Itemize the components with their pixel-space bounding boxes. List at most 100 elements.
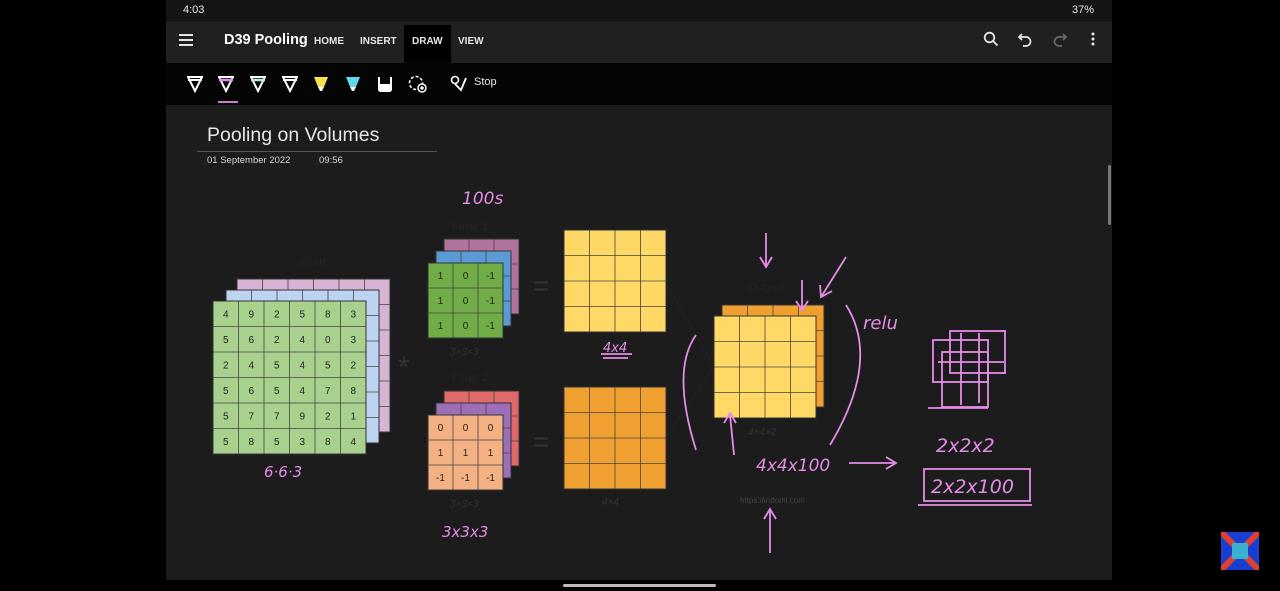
note-pooled-output: 2x2x100 [931, 476, 1014, 498]
input-layer-front-cell: 7 [248, 411, 254, 422]
channel-logo [1218, 529, 1262, 573]
input-layer-front-cell: 3 [350, 335, 356, 346]
input-layer-front-cell: 5 [223, 335, 229, 346]
filter1-layer-front-cell: 0 [463, 271, 469, 282]
input-layer-front-cell: 1 [350, 411, 356, 422]
note-canvas: Pooling on Volumes 01 September 2022 09:… [166, 105, 1112, 580]
status-battery: 37% [1071, 4, 1094, 16]
input-layer-front-cell: 4 [223, 309, 229, 320]
input-layer-front-cell: 6 [248, 335, 254, 346]
status-time: 4:03 [183, 4, 205, 16]
output-label: Output [748, 282, 785, 294]
filter1-layer-front-cell: 0 [463, 296, 469, 307]
input-layer-front-cell: 2 [350, 360, 356, 371]
filter2-label: Filter 2 [452, 372, 488, 384]
input-layer-front-cell: 4 [350, 437, 356, 448]
highlighter-cyan-icon[interactable] [345, 75, 361, 93]
input-layer-front-cell: 5 [223, 411, 229, 422]
input-layer-front-cell: 8 [248, 437, 254, 448]
input-layer-front-cell: 0 [325, 335, 331, 346]
note-filters-count: 100s [462, 189, 503, 209]
eraser-icon[interactable] [377, 75, 393, 93]
input-layer-front-cell: 4 [299, 360, 305, 371]
filter2-layer-front-cell: -1 [486, 473, 495, 484]
input-layer-front-cell: 5 [274, 386, 280, 397]
input-label: Input [299, 256, 327, 268]
highlighter-yellow-icon[interactable] [313, 75, 329, 93]
status-bar: 4:03 37% [166, 0, 1112, 22]
menu-icon[interactable] [179, 34, 193, 46]
note-pool-size: 2x2x2 [936, 435, 995, 457]
filter1-label: Filter 1 [452, 221, 488, 233]
filter1-layer-front-cell: -1 [486, 271, 495, 282]
filter1-layer-front-cell: 0 [463, 321, 469, 332]
input-layer-front-cell: 4 [248, 360, 254, 371]
draw-ribbon: Stop [166, 63, 1112, 105]
input-layer-front-cell: 5 [325, 360, 331, 371]
filter2-layer-front-cell: -1 [436, 473, 445, 484]
note-map1-size: 4x4 [603, 341, 627, 356]
filter2-layer-front-cell: 0 [488, 423, 494, 434]
input-layer-front-cell: 3 [350, 309, 356, 320]
note-filter-size: 3x3x3 [442, 523, 488, 541]
filter1-layer-front-cell: 1 [438, 271, 444, 282]
input-layer-front-cell: 5 [223, 437, 229, 448]
equals-sign-1: = [533, 270, 549, 301]
filter2-layer-front-cell: 0 [463, 423, 469, 434]
input-layer-front-cell: 6 [248, 386, 254, 397]
input-layer-front-cell: 8 [325, 309, 331, 320]
input-layer-front-cell: 7 [325, 386, 331, 397]
note-input-dims: 6·6·3 [264, 463, 302, 481]
input-layer-front-cell: 5 [274, 437, 280, 448]
input-layer-front-cell: 2 [223, 360, 229, 371]
tab-home[interactable]: HOME [314, 36, 344, 47]
note-output-size: 4x4x100 [756, 456, 830, 476]
document-title: D39 Pooling [224, 32, 308, 48]
lasso-add-icon[interactable] [408, 75, 427, 93]
touch-draw-icon[interactable] [450, 75, 470, 93]
filter2-dims: 3×3×3 [450, 499, 479, 510]
input-layer-front-cell: 4 [299, 335, 305, 346]
input-layer-front-cell: 2 [325, 411, 331, 422]
input-layer-front-cell: 9 [299, 411, 305, 422]
pen-white-2-icon[interactable] [250, 75, 266, 93]
pen-white-icon[interactable] [187, 75, 203, 93]
filter1-layer-front-cell: 1 [438, 321, 444, 332]
input-layer-front-cell: 8 [325, 437, 331, 448]
filter2-layer-front-cell: 1 [488, 448, 494, 459]
filter1-layer-front-cell: 1 [438, 296, 444, 307]
redo-icon[interactable] [1052, 31, 1068, 52]
input-layer-front-cell: 2 [274, 309, 280, 320]
tab-insert[interactable]: INSERT [360, 36, 397, 47]
input-layer-front-cell: 5 [274, 360, 280, 371]
convolution-operator: * [398, 351, 410, 384]
app-bar: D39 Pooling HOME INSERT DRAW VIEW [166, 22, 1112, 63]
filter1-layer-front-cell: -1 [486, 321, 495, 332]
search-icon[interactable] [983, 31, 999, 52]
input-layer-front-cell: 4 [299, 386, 305, 397]
tablet-screen: 4:03 37% D39 Pooling HOME INSERT DRAW VI… [166, 0, 1112, 580]
undo-icon[interactable] [1017, 31, 1033, 52]
connector-lines [665, 282, 715, 438]
pooling-diagram: 4 9 2 5 8 3 5 6 2 4 0 3 2 4 5 4 5 2 5 6 5 4 7 8 5 7 7 9 2 1 5 8 5 3 8 4 1 0 -1… [212, 189, 1032, 553]
pen-pink-icon[interactable] [218, 75, 234, 93]
credit-link: https://indoml.com [740, 496, 805, 505]
input-layer-front-cell: 9 [248, 309, 254, 320]
output-dims: 4×4×2 [748, 427, 777, 438]
filter2-layer-front-cell: 1 [438, 448, 444, 459]
active-pen-indicator [218, 101, 238, 103]
input-layer-front-cell: 3 [299, 437, 305, 448]
more-icon[interactable] [1090, 31, 1096, 52]
tab-draw[interactable]: DRAW [404, 25, 451, 63]
filter1-layer-front-cell: -1 [486, 296, 495, 307]
filter2-layer-front-cell: 1 [463, 448, 469, 459]
filter2-layer-front-cell: -1 [461, 473, 470, 484]
input-layer-front-cell: 8 [350, 386, 356, 397]
equals-sign-2: = [533, 426, 549, 457]
input-layer-front-cell: 2 [274, 335, 280, 346]
stop-button[interactable]: Stop [474, 76, 497, 88]
home-indicator[interactable] [563, 584, 716, 587]
tab-view[interactable]: VIEW [458, 36, 484, 47]
map2-dims: 4×4 [602, 497, 619, 508]
pen-white-3-icon[interactable] [282, 75, 298, 93]
